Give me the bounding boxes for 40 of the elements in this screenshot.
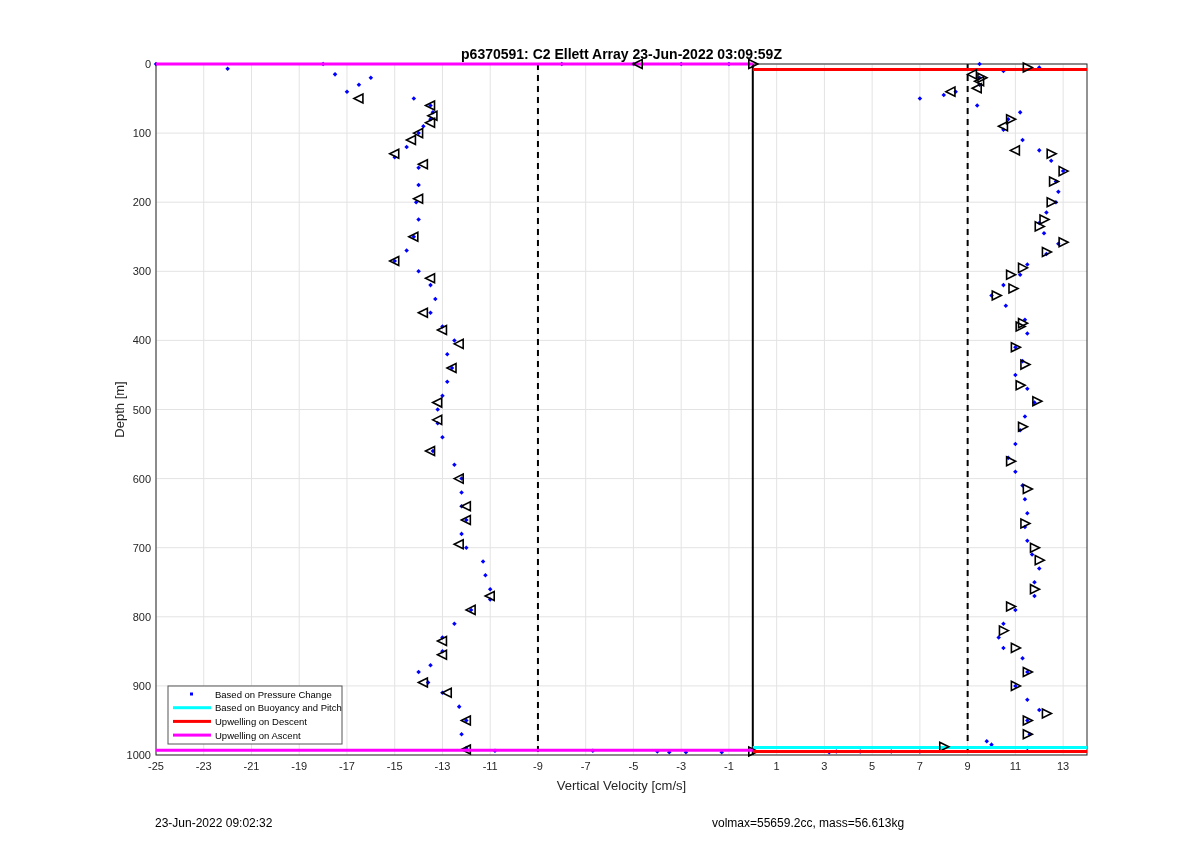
footer-info: volmax=55659.2cc, mass=56.613kg xyxy=(712,816,906,830)
tick-label: 9 xyxy=(964,760,971,772)
legend-label: Upwelling on Ascent xyxy=(215,729,301,741)
tick-label: -1 xyxy=(724,760,734,772)
tick-label: 3 xyxy=(821,760,828,772)
tick-label: 1000 xyxy=(126,749,151,761)
tick-label: 600 xyxy=(132,472,151,485)
axis-label: Vertical Velocity [cm/s] xyxy=(556,778,687,793)
tick-label: 7 xyxy=(916,760,923,772)
tick-label: -19 xyxy=(291,760,308,772)
axis-label: Depth [m] xyxy=(112,381,127,438)
tick-label: -7 xyxy=(580,760,591,772)
tick-label: 400 xyxy=(132,334,151,347)
legend-label: Based on Pressure Change xyxy=(215,688,332,700)
tick-label: 200 xyxy=(132,196,151,209)
tick-label: -3 xyxy=(676,760,687,772)
tick-label: -9 xyxy=(533,760,543,772)
tick-label: -11 xyxy=(482,760,498,772)
tick-label: 500 xyxy=(132,403,151,416)
tick-label: 13 xyxy=(1057,760,1070,772)
tick-label: -5 xyxy=(628,760,639,772)
tick-label: 300 xyxy=(132,265,151,278)
tick-label: 0 xyxy=(144,58,151,70)
tick-label: -13 xyxy=(434,760,451,772)
tick-label: -25 xyxy=(148,760,164,772)
tick-label: 800 xyxy=(132,610,151,623)
footer-timestamp: 23-Jun-2022 09:02:32 xyxy=(155,816,274,830)
tick-label: 5 xyxy=(869,760,876,772)
legend-label: Upwelling on Descent xyxy=(215,715,307,727)
legend-label: Based on Buoyancy and Pitch xyxy=(215,702,342,714)
tick-label: -23 xyxy=(195,760,212,772)
tick-label: 700 xyxy=(132,541,151,554)
tick-label: -17 xyxy=(339,760,355,772)
tick-label: 900 xyxy=(132,679,151,692)
tick-label: -21 xyxy=(243,760,260,772)
tick-label: 100 xyxy=(132,127,151,140)
tick-label: 11 xyxy=(1009,760,1022,772)
tick-label: 1 xyxy=(773,760,780,772)
tick-label: -15 xyxy=(386,760,403,772)
chart-title: p6370591: C2 Ellett Array 23-Jun-2022 03:09:59Z xyxy=(461,46,782,62)
